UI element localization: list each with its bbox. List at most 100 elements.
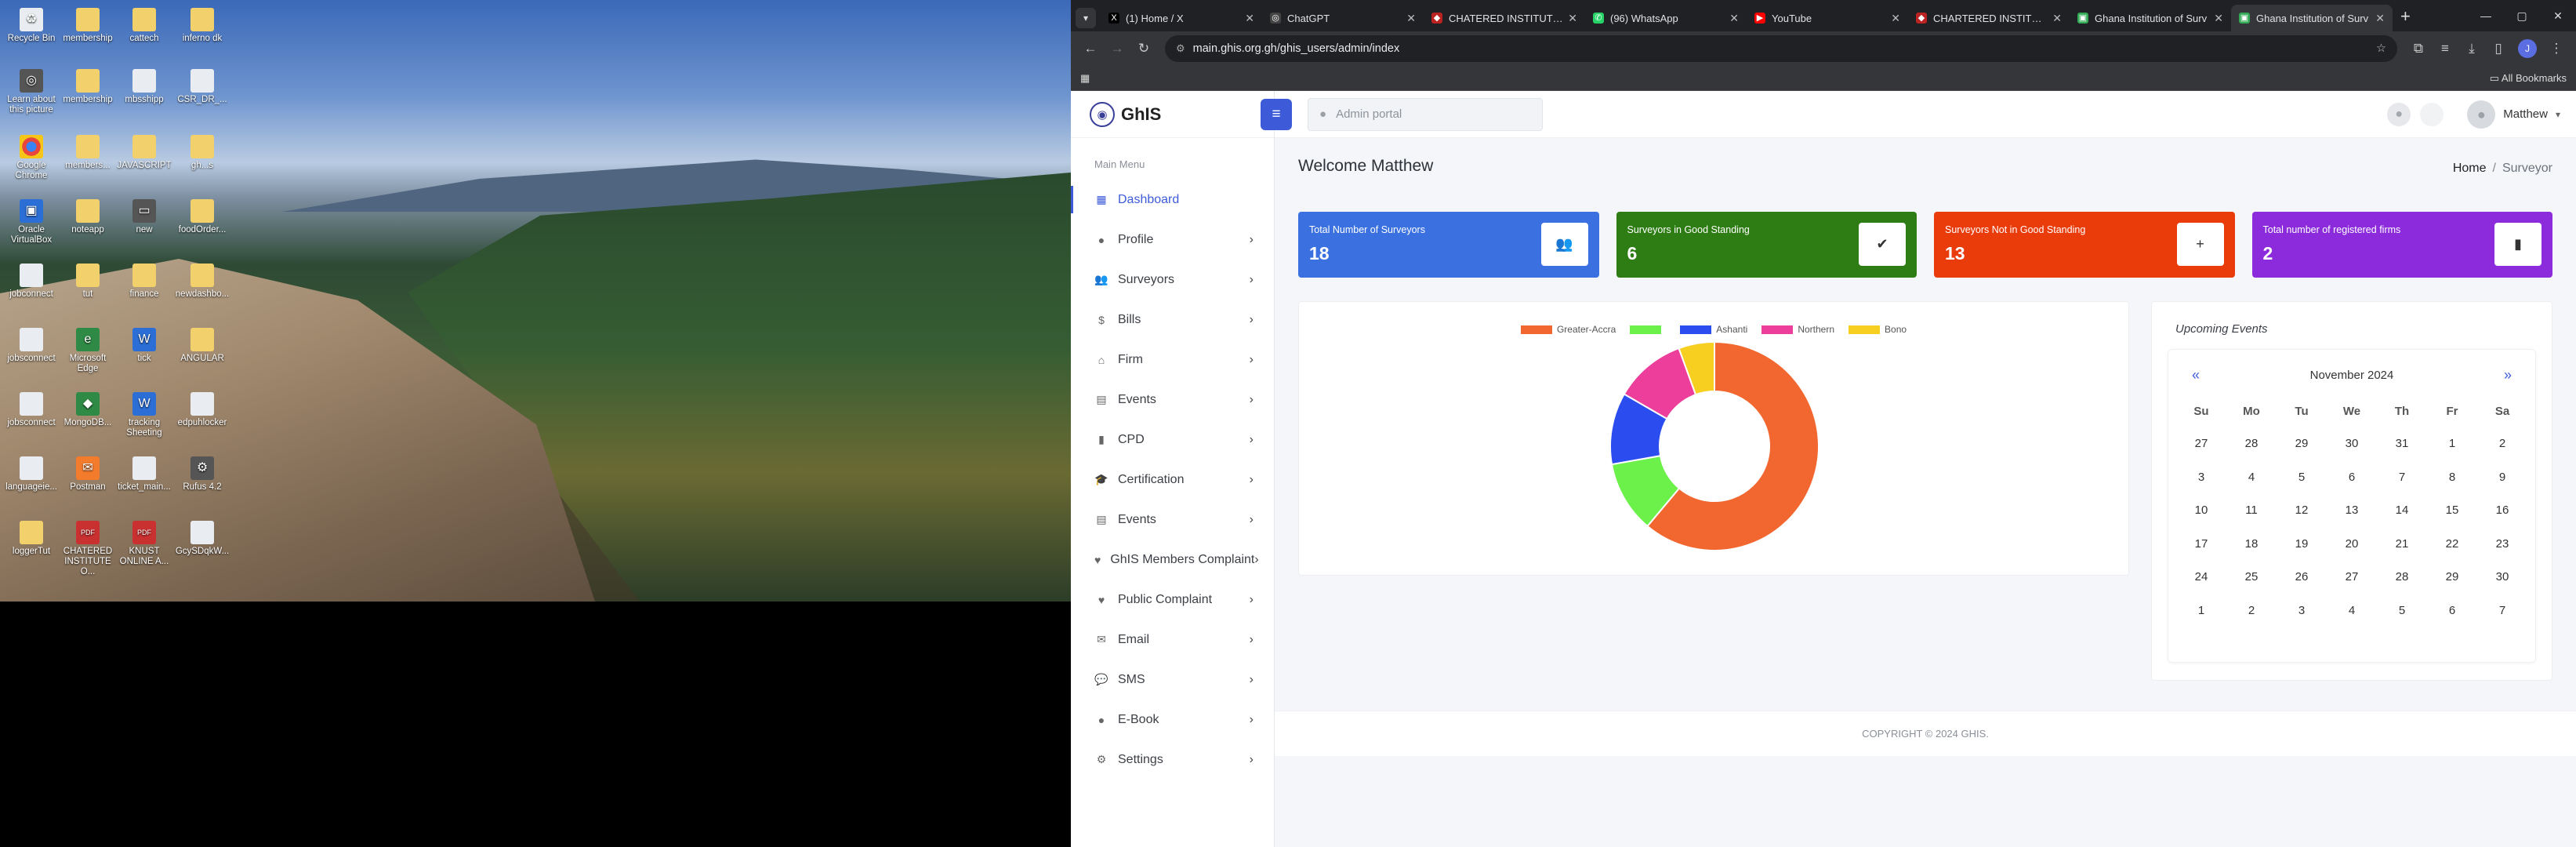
desktop-icon[interactable]: JAVASCRIPT bbox=[116, 135, 172, 171]
tab-5[interactable]: ▶ YouTube ✕ bbox=[1747, 5, 1908, 31]
desktop-icon[interactable]: noteapp bbox=[60, 199, 116, 235]
calendar-day[interactable]: 5 bbox=[2277, 461, 2327, 495]
calendar-day[interactable]: 1 bbox=[2176, 594, 2226, 628]
tab-close-icon[interactable]: ✕ bbox=[1729, 12, 1739, 25]
maximize-icon[interactable]: ▢ bbox=[2504, 0, 2540, 31]
calendar-day[interactable]: 21 bbox=[2377, 528, 2427, 562]
calendar-day[interactable]: 20 bbox=[2327, 528, 2377, 562]
calendar-day[interactable]: 25 bbox=[2226, 561, 2277, 594]
desktop-icon[interactable]: tut bbox=[60, 264, 116, 300]
sidebar-item-certification[interactable]: 🎓 Certification › bbox=[1071, 460, 1274, 500]
desktop-icon[interactable]: ▣ Oracle VirtualBox bbox=[3, 199, 60, 245]
desktop-icon[interactable]: jobsconnect bbox=[3, 392, 60, 428]
calendar-day[interactable]: 29 bbox=[2277, 427, 2327, 461]
calendar-day[interactable]: 30 bbox=[2477, 561, 2527, 594]
sidebar-item-settings[interactable]: ⚙ Settings › bbox=[1071, 740, 1274, 780]
menu-icon[interactable]: ⋮ bbox=[2543, 35, 2570, 62]
desktop-icon[interactable]: finance bbox=[116, 264, 172, 300]
calendar-prev-button[interactable]: « bbox=[2192, 367, 2200, 384]
minimize-icon[interactable]: — bbox=[2468, 0, 2504, 31]
calendar-day[interactable]: 19 bbox=[2277, 528, 2327, 562]
calendar-day[interactable]: 8 bbox=[2427, 461, 2477, 495]
back-icon[interactable]: ← bbox=[1077, 35, 1104, 62]
breadcrumb-home[interactable]: Home bbox=[2453, 162, 2487, 175]
tab-7[interactable]: ▣ Ghana Institution of Surv ✕ bbox=[2070, 5, 2231, 31]
desktop-icon[interactable]: languageie... bbox=[3, 456, 60, 493]
desktop-icon[interactable]: membership bbox=[60, 69, 116, 105]
side-panel-icon[interactable]: ▯ bbox=[2485, 35, 2512, 62]
desktop-icon[interactable]: ◆ MongoDB... bbox=[60, 392, 116, 428]
sidebar-item-bills[interactable]: $ Bills › bbox=[1071, 300, 1274, 340]
calendar-day[interactable]: 27 bbox=[2176, 427, 2226, 461]
calendar-day[interactable]: 1 bbox=[2427, 427, 2477, 461]
desktop-icon[interactable]: loggerTut bbox=[3, 521, 60, 557]
desktop-icon[interactable]: newdashbo... bbox=[174, 264, 230, 300]
calendar-day[interactable]: 12 bbox=[2277, 494, 2327, 528]
tab-1[interactable]: X (1) Home / X ✕ bbox=[1101, 5, 1262, 31]
profile-avatar[interactable]: J bbox=[2518, 39, 2537, 58]
desktop-icon[interactable]: PDF CHATERED INSTITUTE O... bbox=[60, 521, 116, 578]
sidebar-item-public-complaint[interactable]: ♥ Public Complaint › bbox=[1071, 580, 1274, 620]
close-icon[interactable]: ✕ bbox=[2540, 0, 2576, 31]
calendar-day[interactable]: 6 bbox=[2327, 461, 2377, 495]
calendar-day[interactable]: 4 bbox=[2327, 594, 2377, 628]
calendar-day[interactable]: 9 bbox=[2477, 461, 2527, 495]
calendar-day[interactable]: 7 bbox=[2477, 594, 2527, 628]
calendar-next-button[interactable]: » bbox=[2504, 367, 2512, 384]
sidebar-item-firm[interactable]: ⌂ Firm › bbox=[1071, 340, 1274, 380]
new-tab-button[interactable]: + bbox=[2400, 6, 2411, 27]
calendar-day[interactable]: 14 bbox=[2377, 494, 2427, 528]
sidebar-item-surveyors[interactable]: 👥 Surveyors › bbox=[1071, 260, 1274, 300]
desktop-icon[interactable]: gh...s bbox=[174, 135, 230, 171]
reload-icon[interactable]: ↻ bbox=[1130, 35, 1157, 62]
desktop-icon[interactable]: jobsconnect bbox=[3, 328, 60, 364]
desktop-icon[interactable]: inferno dk bbox=[174, 8, 230, 44]
desktop-icon[interactable]: cattech bbox=[116, 8, 172, 44]
desktop-icon[interactable]: ▭ new bbox=[116, 199, 172, 235]
calendar-day[interactable]: 6 bbox=[2427, 594, 2477, 628]
forward-icon[interactable]: → bbox=[1104, 35, 1130, 62]
tab-8[interactable]: ▣ Ghana Institution of Surv ✕ bbox=[2231, 5, 2393, 31]
site-info-icon[interactable]: ⚙ bbox=[1176, 42, 1185, 55]
calendar-day[interactable]: 11 bbox=[2226, 494, 2277, 528]
calendar-day[interactable]: 2 bbox=[2477, 427, 2527, 461]
sidebar-item-events[interactable]: ▤ Events › bbox=[1071, 500, 1274, 540]
sidebar-item-events[interactable]: ▤ Events › bbox=[1071, 380, 1274, 420]
calendar-day[interactable]: 26 bbox=[2277, 561, 2327, 594]
calendar-day[interactable]: 22 bbox=[2427, 528, 2477, 562]
desktop-icon[interactable]: GcySDqkW... bbox=[174, 521, 230, 557]
calendar-day[interactable]: 15 bbox=[2427, 494, 2477, 528]
calendar-day[interactable]: 29 bbox=[2427, 561, 2477, 594]
sidebar-item-cpd[interactable]: ▮ CPD › bbox=[1071, 420, 1274, 460]
desktop-icon[interactable]: membership bbox=[60, 8, 116, 44]
calendar-day[interactable]: 28 bbox=[2377, 561, 2427, 594]
calendar-day[interactable]: 2 bbox=[2226, 594, 2277, 628]
calendar-day[interactable]: 28 bbox=[2226, 427, 2277, 461]
sidebar-item-dashboard[interactable]: ▦ Dashboard bbox=[1071, 180, 1274, 220]
placeholder-icon[interactable] bbox=[2420, 102, 2444, 126]
download-icon[interactable]: ⤓ bbox=[2458, 35, 2485, 62]
calendar-day[interactable]: 23 bbox=[2477, 528, 2527, 562]
calendar-day[interactable]: 3 bbox=[2176, 461, 2226, 495]
desktop-icon[interactable]: e Microsoft Edge bbox=[60, 328, 116, 374]
tab-close-icon[interactable]: ✕ bbox=[2214, 12, 2223, 25]
sidebar-item-e-book[interactable]: ● E-Book › bbox=[1071, 700, 1274, 740]
desktop-icon[interactable]: Wtracking Sheeting bbox=[116, 392, 172, 438]
desktop-icon[interactable]: ticket_main... bbox=[116, 456, 172, 493]
calendar-day[interactable]: 31 bbox=[2377, 427, 2427, 461]
desktop-icon[interactable]: members... bbox=[60, 135, 116, 171]
apps-icon[interactable]: ▦ bbox=[1080, 72, 1090, 85]
sidebar-item-sms[interactable]: 💬 SMS › bbox=[1071, 660, 1274, 700]
calendar-day[interactable]: 7 bbox=[2377, 461, 2427, 495]
tab-2[interactable]: ◎ ChatGPT ✕ bbox=[1262, 5, 1424, 31]
tab-close-icon[interactable]: ✕ bbox=[1568, 12, 1577, 25]
extensions-icon[interactable]: ⧉ bbox=[2405, 35, 2432, 62]
media-icon[interactable]: ≡ bbox=[2432, 35, 2458, 62]
desktop-icon[interactable]: ✉ Postman bbox=[60, 456, 116, 493]
bookmark-star-icon[interactable]: ☆ bbox=[2376, 42, 2386, 55]
desktop-icon[interactable]: CSR_DR_... bbox=[174, 69, 230, 105]
tab-close-icon[interactable]: ✕ bbox=[2052, 12, 2062, 25]
desktop-icon[interactable]: ⚙ Rufus 4.2 bbox=[174, 456, 230, 493]
tab-close-icon[interactable]: ✕ bbox=[1406, 12, 1416, 25]
calendar-day[interactable]: 16 bbox=[2477, 494, 2527, 528]
